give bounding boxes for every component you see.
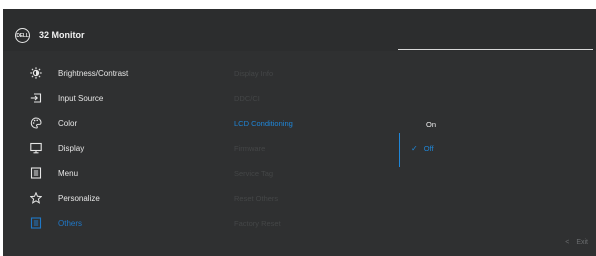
menu-label-menu: Menu [58, 168, 79, 178]
menu-label-input-source: Input Source [58, 93, 104, 103]
monitor-model-title: 32 Monitor [39, 30, 85, 40]
submenu-item-lcd-conditioning[interactable]: LCD Conditioning [234, 113, 293, 133]
submenu-item-firmware[interactable]: Firmware [234, 138, 265, 158]
menu-icon [30, 167, 42, 179]
option-off[interactable]: ✓ Off [411, 140, 434, 156]
selection-indicator [399, 133, 400, 167]
menu-item-brightness-contrast[interactable]: Brightness/Contrast [3, 63, 213, 83]
star-icon [30, 192, 42, 204]
header-underline [398, 49, 593, 50]
sun-icon [30, 67, 42, 79]
monitor-osd: DELL 32 Monitor Brightness/Contrast Inpu… [3, 9, 596, 256]
submenu-item-reset-others[interactable]: Reset Others [234, 188, 278, 208]
exit-label: Exit [576, 239, 588, 246]
menu-label-brightness-contrast: Brightness/Contrast [58, 68, 129, 78]
input-source-icon [30, 92, 42, 104]
option-on-label: On [426, 119, 437, 129]
menu-item-others[interactable]: Others [3, 213, 213, 233]
menu-item-personalize[interactable]: Personalize [3, 188, 213, 208]
chevron-left-icon: < [565, 239, 570, 246]
menu-label-others: Others [58, 218, 83, 228]
submenu-item-display-info[interactable]: Display Info [234, 63, 273, 83]
others-icon [30, 217, 42, 229]
menu-item-input-source[interactable]: Input Source [3, 88, 213, 108]
option-off-label: Off [423, 143, 434, 153]
palette-icon [30, 117, 42, 129]
menu-item-menu[interactable]: Menu [3, 163, 213, 183]
submenu-item-ddc-ci[interactable]: DDC/CI [234, 88, 260, 108]
option-on[interactable]: On [426, 116, 436, 132]
display-icon [30, 142, 42, 154]
menu-label-display: Display [58, 143, 85, 153]
checkmark-icon: ✓ [411, 143, 418, 153]
menu-item-display[interactable]: Display [3, 138, 213, 158]
osd-header: DELL 32 Monitor [3, 9, 596, 51]
cropped-heading-strip [0, 0, 596, 9]
menu-label-personalize: Personalize [58, 193, 100, 203]
menu-item-color[interactable]: Color [3, 113, 213, 133]
menu-label-color: Color [58, 118, 78, 128]
submenu-item-factory-reset[interactable]: Factory Reset [234, 213, 281, 233]
exit-button[interactable]: < Exit [565, 239, 588, 246]
dell-logo: DELL [15, 28, 30, 43]
submenu-item-service-tag[interactable]: Service Tag [234, 163, 273, 183]
